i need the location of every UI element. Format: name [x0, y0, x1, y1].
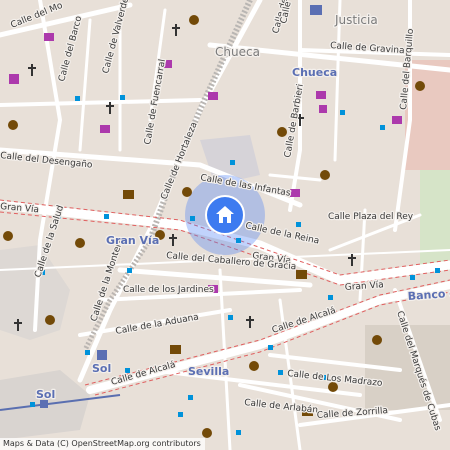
shop-icon: [208, 92, 218, 100]
metro-station-label: Chueca: [292, 66, 337, 79]
map-canvas[interactable]: Calle del Mo Calle del Barco Calle de Va…: [0, 0, 450, 450]
map-attribution[interactable]: Maps & Data (C) OpenStreetMap.org contri…: [0, 438, 205, 450]
theatre-icon: [75, 238, 85, 248]
district-label: Justicia: [334, 13, 378, 27]
theatre-icon: [182, 187, 192, 197]
museum-icon: [296, 270, 307, 279]
museum-icon: [123, 190, 134, 199]
theatre-icon: [189, 15, 199, 25]
theatre-icon: [320, 170, 330, 180]
metro-icon: [97, 350, 107, 360]
theatre-icon: [415, 81, 425, 91]
metro-icon: [310, 5, 322, 15]
district-label: Chueca: [215, 45, 260, 59]
theatre-icon: [249, 361, 259, 371]
shop-icon: [44, 33, 54, 41]
shop-icon: [316, 91, 326, 99]
shop-icon: [9, 74, 19, 84]
metro-station-label: Sol: [92, 362, 111, 375]
museum-icon: [170, 345, 181, 354]
shop-icon: [392, 116, 402, 124]
street-label: Calle Plaza del Rey: [328, 212, 414, 222]
theatre-icon: [8, 120, 18, 130]
shop-icon: [290, 189, 300, 197]
cinema-icon: [372, 335, 382, 345]
theatre-icon: [45, 315, 55, 325]
theatre-icon: [277, 127, 287, 137]
shop-icon: [100, 125, 110, 133]
theatre-icon: [3, 231, 13, 241]
location-pin[interactable]: [205, 195, 245, 235]
metro-station-label: Sevilla: [188, 365, 229, 378]
home-icon: [216, 206, 234, 223]
metro-icon: [40, 400, 48, 408]
metro-station-label: Sol: [36, 388, 55, 401]
theatre-icon: [202, 428, 212, 438]
metro-station-label: Gran Vía: [106, 234, 159, 247]
street-label: Calle de los Jardines: [123, 285, 214, 295]
clothes-icon: [319, 105, 327, 113]
